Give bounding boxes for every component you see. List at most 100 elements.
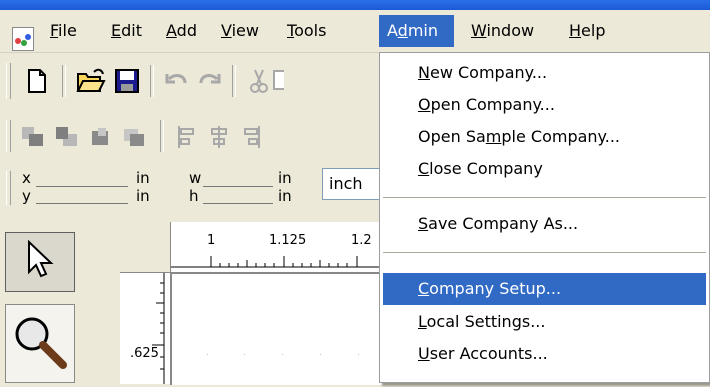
toolbar-separator [150,65,154,97]
menu-tools-label: ools [294,21,327,40]
menu-separator [383,252,706,253]
ruler-h-label: 1.2 [351,233,372,248]
menu-item-accelerator: L [418,312,427,331]
cut-icon[interactable] [244,66,274,96]
undo-icon[interactable] [162,66,192,96]
menu-item-close-company[interactable]: Close Company [383,153,706,185]
open-folder-icon[interactable] [76,66,106,96]
save-disk-icon[interactable] [112,66,142,96]
menu-help[interactable]: Help [561,15,613,47]
menu-item-label: ave Company As... [428,214,579,233]
toolbar-separator [160,120,164,152]
toolbar-grip[interactable] [6,171,11,205]
menu-view-label: iew [231,21,259,40]
menu-add[interactable]: Add [158,15,205,47]
align-right-icon[interactable] [236,122,266,152]
send-to-back-icon[interactable] [52,122,82,152]
menu-admin[interactable]: Admin [379,15,454,47]
menu-item-open-sample-company[interactable]: Open Sample Company... [383,121,706,153]
standard-toolbar [0,53,380,109]
w-unit: in [278,169,292,187]
w-field[interactable] [203,186,273,187]
toolbar-grip[interactable] [6,120,11,152]
menu-item-label: pen Company... [430,95,555,114]
menu-item-local-settings[interactable]: Local Settings... [383,306,706,338]
menu-edit-key: E [111,21,122,40]
zoom-magnifier-icon [12,314,68,374]
menu-help-label: elp [581,21,606,40]
align-left-icon[interactable] [172,122,202,152]
menu-view-key: V [221,21,232,40]
menu-item-accelerator: O [418,95,431,114]
pointer-arrow-icon [25,239,55,284]
menu-admin-pre: A [387,21,398,40]
menu-item-save-company-as[interactable]: Save Company As... [383,208,706,240]
menu-item-label: ocal Settings... [426,312,546,331]
arrange-toolbar [0,110,380,164]
menu-window-label: indow [486,21,535,40]
x-unit: in [136,169,150,187]
x-field[interactable] [36,186,128,187]
layout-canvas[interactable] [170,272,382,385]
menu-window-key: W [471,21,487,40]
h-unit: in [278,187,292,205]
menu-file[interactable]: File [42,15,85,47]
menu-item-label: ew Company... [429,63,548,82]
menu-edit[interactable]: Edit [103,15,150,47]
menu-item-accelerator: m [485,127,502,146]
toolbar-separator [62,65,66,97]
x-label: x [22,169,31,187]
menu-admin-label: min [407,21,438,40]
menu-file-key: F [50,21,59,40]
ruler-h-ticks [171,256,381,268]
menu-add-key: A [166,21,177,40]
ruler-v-ticks [152,273,165,384]
h-field[interactable] [203,203,273,204]
menu-bar: File Edit Add View Tools Admin Window He… [0,10,710,53]
menu-tools-key: T [287,21,295,40]
menu-separator [383,197,706,198]
bring-forward-icon[interactable] [86,122,116,152]
toolbar-separator [232,65,236,97]
menu-item-company-setup[interactable]: Company Setup... [383,273,706,305]
menu-help-key: H [569,21,582,40]
toolbar-grip[interactable] [6,63,11,99]
y-label: y [22,187,31,205]
window-title-bar [0,0,710,10]
menu-item-label-pre: Open Sa [418,127,486,146]
menu-file-label: ile [58,21,77,40]
menu-tools[interactable]: Tools [279,15,334,47]
menu-item-label: lose Company [429,159,543,178]
menu-item-accelerator: C [418,279,430,298]
vertical-ruler: .625 [120,272,170,384]
redo-icon[interactable] [194,66,224,96]
ruler-h-label: 1 [207,233,216,248]
menu-item-open-company[interactable]: Open Company... [383,89,706,121]
menu-item-new-company[interactable]: New Company... [383,57,706,89]
menu-item-accelerator: U [418,344,430,363]
menu-admin-key: d [397,21,408,40]
menu-item-label: ple Company... [501,127,620,146]
send-backward-icon[interactable] [120,122,150,152]
canvas-grid [207,354,359,355]
zoom-tool-button[interactable] [5,304,75,383]
h-label: h [189,187,199,205]
y-unit: in [136,187,150,205]
copy-icon[interactable] [272,66,284,96]
pointer-tool-button[interactable] [5,232,75,292]
menu-window[interactable]: Window [463,15,542,47]
menu-item-label: ser Accounts... [429,344,548,363]
y-field[interactable] [36,203,128,204]
menu-item-accelerator: N [418,63,430,82]
menu-item-label: ompany Setup... [429,279,562,298]
w-label: w [189,169,202,187]
app-icon[interactable] [12,27,34,51]
bring-to-front-icon[interactable] [18,122,48,152]
new-document-icon[interactable] [22,66,52,96]
menu-item-accelerator: C [418,159,430,178]
menu-edit-label: dit [121,21,142,40]
menu-item-user-accounts[interactable]: User Accounts... [383,338,706,370]
align-center-icon[interactable] [204,122,234,152]
menu-item-accelerator: S [418,214,429,233]
menu-view[interactable]: View [213,15,267,47]
